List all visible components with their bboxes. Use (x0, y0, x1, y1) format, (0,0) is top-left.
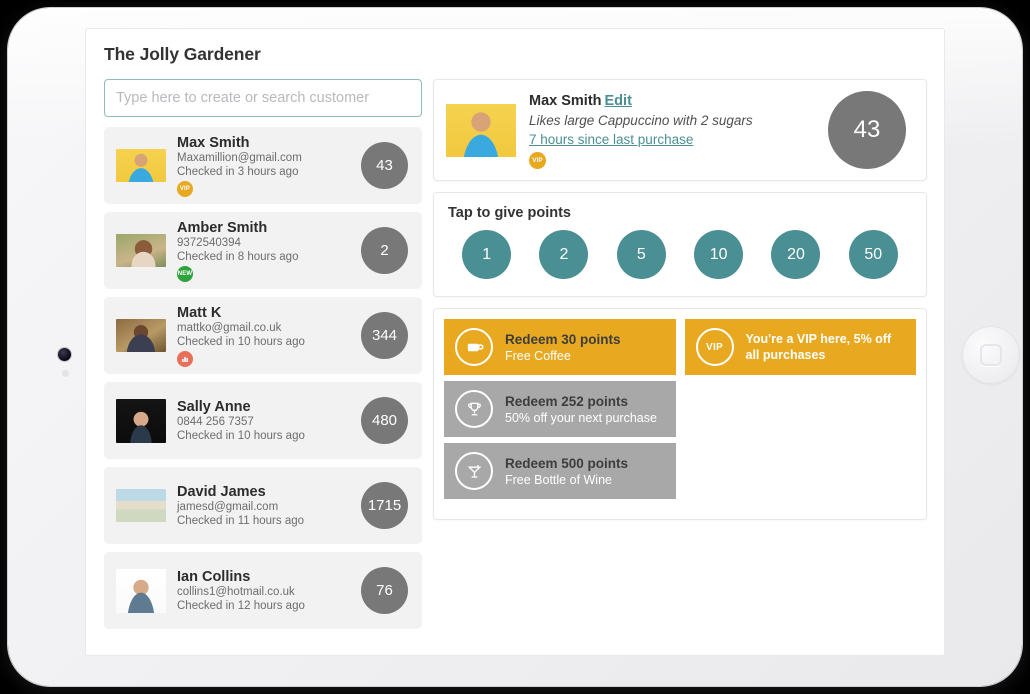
customer-name: Ian Collins (177, 568, 251, 585)
trophy-icon (455, 390, 493, 428)
customer-name: Max Smith (177, 134, 250, 151)
customer-contact: collins1@hotmail.co.uk (177, 585, 295, 598)
rewards-column-left: Redeem 30 points Free Coffee Redeem 252 po… (444, 319, 676, 505)
customer-contact: jamesd@gmail.com (177, 500, 279, 513)
bar-chart-badge-icon (177, 350, 193, 367)
customer-name: Amber Smith (177, 219, 268, 236)
rewards-grid: Redeem 30 points Free Coffee Redeem 252 po… (444, 319, 916, 505)
reward-text: Redeem 500 points Free Bottle of Wine (505, 455, 628, 488)
give-points-chip-50[interactable]: 50 (848, 230, 898, 279)
customer-contact: Maxamillion@gmail.com (177, 151, 302, 164)
reward-text: Redeem 252 points 50% off your next purch… (505, 393, 657, 426)
customer-points: 480 (361, 397, 408, 444)
customer-points: 43 (361, 142, 408, 189)
give-points-chip-20[interactable]: 20 (771, 230, 821, 279)
reward-text: You're a VIP here, 5% off all purchases (746, 331, 906, 363)
customer-item-text: Matt Kmattko@gmail.co.uk Checked in 10 ho… (177, 305, 361, 367)
customer-list-item[interactable]: David James jamesd@gmail.com Checked in 11… (104, 467, 422, 544)
vip-label: VIP (705, 341, 724, 353)
new-badge: NEW (177, 265, 193, 282)
customer-item-text: Max Smith Maxamillion@gmail.com Checked in… (177, 135, 361, 197)
customer-list-item[interactable]: Matt Kmattko@gmail.co.uk Checked in 10 ho… (104, 297, 422, 374)
reward-title: Redeem 500 points (505, 455, 629, 471)
customer-sidebar: Max SmithMaxamillion@gmail.comChecked in… (104, 79, 422, 639)
cocktail-glass-icon (455, 452, 493, 490)
give-points-chip-2[interactable]: 2 (539, 230, 589, 279)
customer-points: 344 (361, 312, 408, 359)
customer-contact: mattko@gmail.co.uk (177, 321, 282, 334)
customer-list-item[interactable]: Sally Anne 0844 256 7357 Checked in 10 hou… (104, 382, 422, 459)
customer-checkin: Checked in 8 hours ago (177, 250, 299, 263)
points-options-row: 1 2 5 10 20 50 (434, 230, 926, 279)
camera-lens-icon (58, 348, 71, 361)
customer-item-text: David James jamesd@gmail.com Checked in 11… (177, 484, 361, 528)
rewards-panel: Redeem 30 points Free Coffee Redeem 252 po… (433, 308, 927, 520)
customer-name: Max Smith (529, 92, 602, 109)
give-points-chip-5[interactable]: 5 (616, 230, 666, 279)
customer-checkin: Checked in 11 hours ago (177, 514, 305, 527)
customer-detail-text: Max Smith Edit Likes large Cappuccino wit… (529, 92, 828, 169)
customer-list-item[interactable]: Amber Smith 9372540394 Checked in 8 hours … (104, 212, 422, 289)
give-points-panel: Tap to give points 1 2 5 10 20 50 (433, 192, 927, 297)
reward-card[interactable]: Redeem 30 points Free Coffee (444, 319, 676, 375)
customer-points: 1715 (361, 482, 408, 529)
avatar (116, 568, 166, 613)
give-points-chip-1[interactable]: 1 (462, 230, 512, 279)
avatar (446, 103, 516, 157)
vip-badge: VIP (529, 151, 546, 169)
last-purchase-link[interactable]: 7 hours since last purchase (529, 130, 693, 149)
avatar (116, 398, 166, 443)
customer-checkin: Checked in 3 hours ago (177, 165, 299, 178)
points-total: 43 (828, 91, 906, 169)
vip-perk-text: You're a VIP here, 5% off all purchases (745, 332, 892, 362)
avatar (116, 149, 166, 182)
rewards-column-right: VIP You're a VIP here, 5% off all purchas… (684, 319, 916, 381)
reward-card[interactable]: VIP You're a VIP here, 5% off all purchas… (684, 319, 916, 375)
reward-subtitle: Free Bottle of Wine (505, 472, 612, 487)
customer-points: 2 (361, 227, 408, 274)
customer-item-text: Ian Collins collins1@hotmail.co.uk Checked… (177, 569, 361, 613)
page-title: The Jolly Gardener (104, 44, 261, 64)
customer-points: 76 (361, 567, 408, 614)
customer-detail-card[interactable]: Max Smith Edit Likes large Cappuccino wit… (433, 79, 927, 181)
ambient-light-sensor-icon (62, 370, 69, 377)
reward-card[interactable]: Redeem 500 points Free Bottle of Wine (444, 443, 676, 499)
customer-note: Likes large Cappuccino with 2 sugars (529, 112, 753, 128)
reward-text: Redeem 30 points Free Coffee (505, 331, 621, 364)
screenshot-root: The Jolly Gardener Max SmithMaxamillion@… (0, 0, 1030, 694)
customer-checkin: Checked in 10 hours ago (177, 335, 305, 348)
home-button[interactable] (962, 326, 1020, 384)
customer-list-item[interactable]: Max Smith Maxamillion@gmail.com Checked in… (104, 127, 422, 204)
give-points-chip-10[interactable]: 10 (694, 230, 744, 279)
reward-title: Redeem 30 points (505, 331, 621, 347)
customer-name: Matt K (177, 304, 222, 321)
customer-name-row: Max Smith Edit (529, 92, 828, 111)
customer-checkin: Checked in 10 hours ago (177, 429, 305, 442)
search-input[interactable] (104, 79, 422, 117)
app-window: The Jolly Gardener Max SmithMaxamillion@… (85, 28, 945, 656)
edit-link[interactable]: Edit (605, 93, 632, 109)
avatar (116, 234, 166, 267)
customer-list: Max Smith Maxamillion@gmail.com Checked in… (104, 127, 422, 629)
vip-badge: VIP (177, 180, 193, 197)
reward-subtitle: Free Coffee (505, 348, 571, 363)
customer-item-text: Amber Smith 9372540394 Checked in 8 hours … (177, 220, 361, 282)
coffee-cup-icon (455, 328, 493, 366)
home-button-square-icon (980, 344, 1002, 366)
customer-list-item[interactable]: Ian Collins collins1@hotmail.co.uk Checked… (104, 552, 422, 629)
avatar (116, 319, 166, 352)
customer-name: Sally Anne (177, 398, 251, 415)
customer-contact: 9372540394 (177, 236, 241, 249)
reward-card[interactable]: Redeem 252 points 50% off your next purch… (444, 381, 676, 437)
customer-contact: 0844 256 7357 (177, 415, 254, 428)
vip-ring-icon: VIP (695, 328, 734, 366)
reward-title: Redeem 252 points (505, 393, 629, 409)
customer-checkin: Checked in 12 hours ago (177, 599, 305, 612)
avatar (116, 489, 166, 522)
reward-subtitle: 50% off your next purchase (505, 410, 657, 425)
give-points-title: Tap to give points (448, 205, 571, 221)
customer-detail-column: Max Smith Edit Likes large Cappuccino wit… (433, 79, 927, 531)
customer-item-text: Sally Anne 0844 256 7357 Checked in 10 hou… (177, 399, 361, 443)
customer-name: David James (177, 483, 266, 500)
